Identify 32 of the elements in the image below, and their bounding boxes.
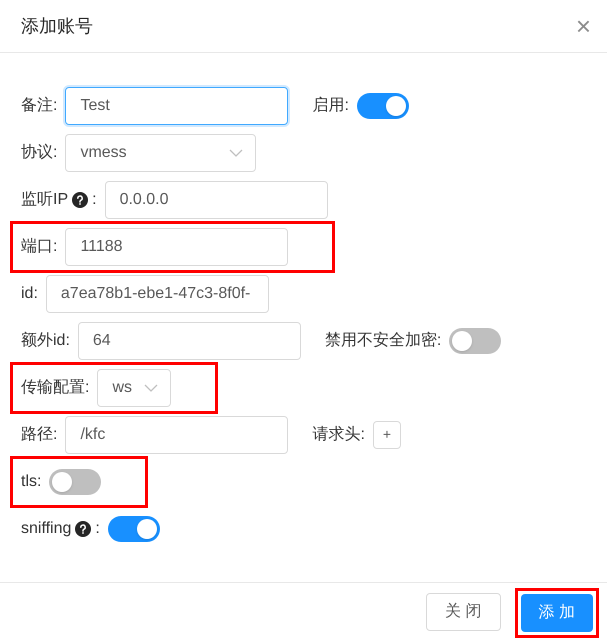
field-label: 请求头: [312, 424, 365, 444]
text-field[interactable]: 64 [78, 322, 301, 360]
toggle-switch[interactable] [49, 468, 102, 494]
text-field[interactable]: 0.0.0.0 [104, 180, 328, 218]
field-label: id: [21, 284, 38, 304]
field-label: 传输配置: [21, 378, 90, 398]
add-button[interactable]: + [372, 420, 401, 448]
select-field[interactable]: vmess [65, 134, 256, 172]
field-label: 监听IP [21, 190, 68, 210]
field-label: sniffing [21, 518, 72, 538]
field-label: 启用: [312, 96, 349, 116]
text-field[interactable]: Test [65, 86, 288, 124]
chevron-down-icon [229, 148, 244, 156]
text-field[interactable]: 11188 [65, 228, 288, 266]
field-label: 备注: [21, 96, 58, 116]
toggle-switch[interactable] [356, 92, 409, 118]
field-label: 禁用不安全加密: [324, 330, 442, 350]
select-field[interactable]: ws [97, 368, 172, 406]
text-field[interactable]: /kfc [65, 416, 288, 454]
field-label: 额外id: [21, 330, 70, 350]
label-colon: : [95, 518, 100, 538]
text-field[interactable]: a7ea78b1-ebe1-47c3-8f0f- [46, 274, 269, 312]
field-label: tls: [21, 472, 42, 492]
field-label: 端口: [21, 236, 58, 256]
toggle-switch[interactable] [108, 516, 160, 542]
dialog-title: 添加账号 [21, 14, 93, 38]
toggle-switch[interactable] [449, 328, 502, 354]
field-label: 协议: [21, 142, 58, 162]
label-colon: : [92, 190, 97, 210]
secondary-button[interactable]: 关 闭 [426, 593, 501, 631]
chevron-down-icon [144, 384, 158, 392]
field-label: 路径: [21, 424, 58, 444]
